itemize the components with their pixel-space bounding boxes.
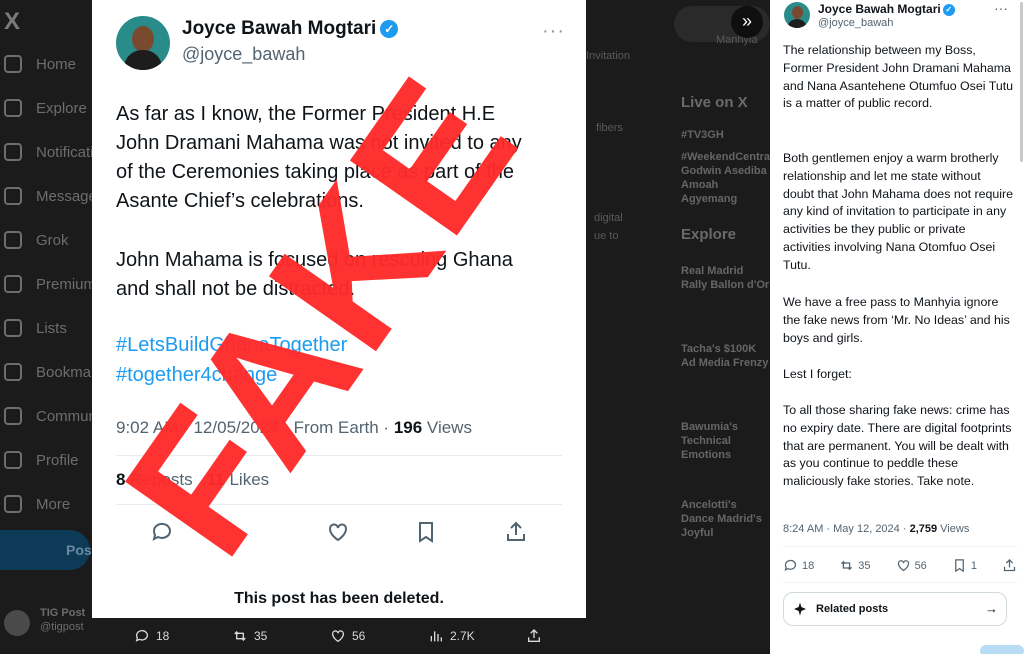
bg-faint-text: Invitation bbox=[586, 50, 631, 62]
divider bbox=[116, 504, 562, 505]
bookmark-icon bbox=[419, 522, 433, 543]
communities-icon bbox=[4, 407, 22, 425]
post-actions: 18 35 56 1 bbox=[783, 558, 1017, 573]
bg-faint-text: fibers bbox=[596, 122, 623, 134]
x-logo[interactable]: X bbox=[4, 8, 20, 36]
post-paragraph: To all those sharing fake news: crime ha… bbox=[783, 403, 1012, 489]
post-text: As far as I know, the Former President H… bbox=[116, 103, 522, 212]
author-name[interactable]: Joyce Bawah Mogtari ✓ bbox=[818, 2, 955, 16]
verified-badge-icon: ✓ bbox=[942, 3, 955, 16]
views-icon bbox=[430, 631, 442, 642]
post-text: John Mahama is focused on rescuing Ghana… bbox=[116, 249, 513, 300]
scrollbar[interactable] bbox=[1020, 2, 1023, 162]
live-title[interactable]: #WeekendCentral Godwin Asediba Amoah Agy… bbox=[681, 150, 773, 206]
repost-button[interactable]: 35 bbox=[839, 558, 871, 573]
nav-home[interactable]: Home bbox=[4, 55, 76, 73]
x-premium-icon bbox=[4, 275, 22, 293]
explore-heading: Explore bbox=[681, 226, 737, 243]
home-icon bbox=[4, 55, 22, 73]
bell-icon bbox=[4, 143, 22, 161]
mail-icon bbox=[4, 187, 22, 205]
like-icon bbox=[332, 630, 344, 643]
author-handle[interactable]: @joyce_bawah bbox=[818, 17, 893, 29]
bg-faint-text: ue to bbox=[594, 230, 619, 242]
image-like-button[interactable]: 56 bbox=[330, 628, 365, 644]
profile-icon bbox=[4, 451, 22, 469]
post-timestamp: 8:24 AM · May 12, 2024 · 2,759 Views bbox=[783, 523, 970, 535]
share-icon bbox=[1003, 558, 1016, 572]
nav-profile[interactable]: Profile bbox=[4, 451, 79, 469]
reply-button[interactable]: 18 bbox=[783, 558, 814, 573]
bookmark-icon bbox=[954, 559, 964, 573]
post-paragraph: Both gentlemen enjoy a warm brotherly re… bbox=[783, 151, 1014, 272]
explore-item[interactable]: Real Madrid Rally Ballon d'Or bbox=[681, 264, 771, 292]
avatar[interactable] bbox=[784, 2, 810, 28]
more-icon: ··· bbox=[542, 20, 565, 42]
image-reply-button[interactable]: 18 bbox=[134, 628, 169, 644]
deleted-notice: This post has been deleted. bbox=[234, 590, 444, 607]
background-sidebar: X Home Explore Notifications Messages Gr… bbox=[0, 0, 124, 654]
hashtag: #together4change bbox=[116, 364, 278, 386]
post-detail-panel: Joyce Bawah Mogtari ✓ @joyce_bawah ··· Th… bbox=[770, 0, 1024, 654]
explore-item[interactable]: Bawumia's Technical Emotions bbox=[681, 420, 771, 462]
image-repost-button[interactable]: 35 bbox=[232, 628, 267, 644]
image-share-button[interactable] bbox=[526, 628, 542, 644]
reply-button-pill[interactable] bbox=[980, 645, 1024, 654]
bookmark-icon bbox=[4, 363, 22, 381]
search-icon bbox=[4, 99, 22, 117]
author-name: Joyce Bawah Mogtari ✓ bbox=[182, 18, 399, 40]
explore-item[interactable]: Tacha's $100K Ad Media Frenzy bbox=[681, 342, 771, 370]
live-host[interactable]: #TV3GH bbox=[681, 128, 771, 142]
bg-faint-text: digital bbox=[594, 212, 623, 224]
verified-badge-icon: ✓ bbox=[380, 19, 399, 38]
divider bbox=[116, 455, 562, 456]
author-handle: @joyce_bawah bbox=[182, 44, 306, 64]
grok-icon bbox=[4, 231, 22, 249]
background-right-column: Manhyia Invitation fibers digital ue to … bbox=[586, 0, 773, 654]
image-views-button[interactable]: 2.7K bbox=[428, 628, 475, 644]
share-icon bbox=[507, 521, 525, 541]
avatar bbox=[116, 16, 170, 70]
like-button[interactable]: 56 bbox=[896, 558, 927, 573]
nav-grok[interactable]: Grok bbox=[4, 231, 69, 249]
related-posts-button[interactable]: Related posts → bbox=[783, 592, 1007, 626]
list-icon bbox=[4, 319, 22, 337]
repost-icon bbox=[841, 560, 853, 571]
share-icon bbox=[528, 629, 540, 642]
bookmark-button[interactable]: 1 bbox=[952, 558, 977, 573]
x-image-viewer: X Home Explore Notifications Messages Gr… bbox=[0, 0, 1024, 654]
post-image[interactable]: Joyce Bawah Mogtari ✓ @joyce_bawah ··· As… bbox=[92, 0, 586, 618]
account-switcher[interactable]: TIG Post @tigpost bbox=[40, 606, 85, 634]
like-icon bbox=[329, 523, 347, 542]
like-icon bbox=[897, 560, 909, 572]
nav-explore[interactable]: Explore bbox=[4, 99, 87, 117]
arrow-right-icon: → bbox=[985, 601, 998, 616]
nav-messages[interactable]: Messages bbox=[4, 187, 104, 205]
nav-lists[interactable]: Lists bbox=[4, 319, 67, 337]
more-circle-icon bbox=[4, 495, 22, 513]
reply-icon bbox=[784, 559, 797, 572]
live-heading: Live on X bbox=[681, 94, 748, 111]
reply-icon bbox=[135, 630, 148, 642]
hashtag: #LetsBuildGhanaTogether bbox=[116, 334, 348, 356]
divider bbox=[783, 582, 1017, 583]
nav-premium[interactable]: Premium bbox=[4, 275, 96, 293]
post-paragraph: We have a free pass to Manhyia ignore th… bbox=[783, 295, 1010, 345]
expand-icon[interactable]: » bbox=[731, 6, 763, 38]
repost-icon bbox=[234, 631, 246, 641]
post-meta: 9:02 AM · 12/05/2024 · From Earth · 196 … bbox=[116, 418, 472, 437]
post-button[interactable]: Post bbox=[0, 530, 96, 570]
post-stats: 8 Reposts 11 Likes bbox=[116, 470, 270, 489]
more-options-button[interactable]: ··· bbox=[994, 0, 1008, 16]
divider bbox=[783, 546, 1017, 547]
account-avatar[interactable] bbox=[4, 610, 30, 636]
nav-more[interactable]: More bbox=[4, 495, 70, 513]
post-paragraph: Lest I forget: bbox=[783, 367, 852, 381]
explore-item[interactable]: Ancelotti's Dance Madrid's Joyful bbox=[681, 498, 771, 540]
sparkle-icon bbox=[794, 602, 806, 616]
post-paragraph: The relationship between my Boss, Former… bbox=[783, 43, 1014, 111]
reply-icon bbox=[152, 522, 171, 541]
share-button[interactable] bbox=[1002, 558, 1017, 573]
